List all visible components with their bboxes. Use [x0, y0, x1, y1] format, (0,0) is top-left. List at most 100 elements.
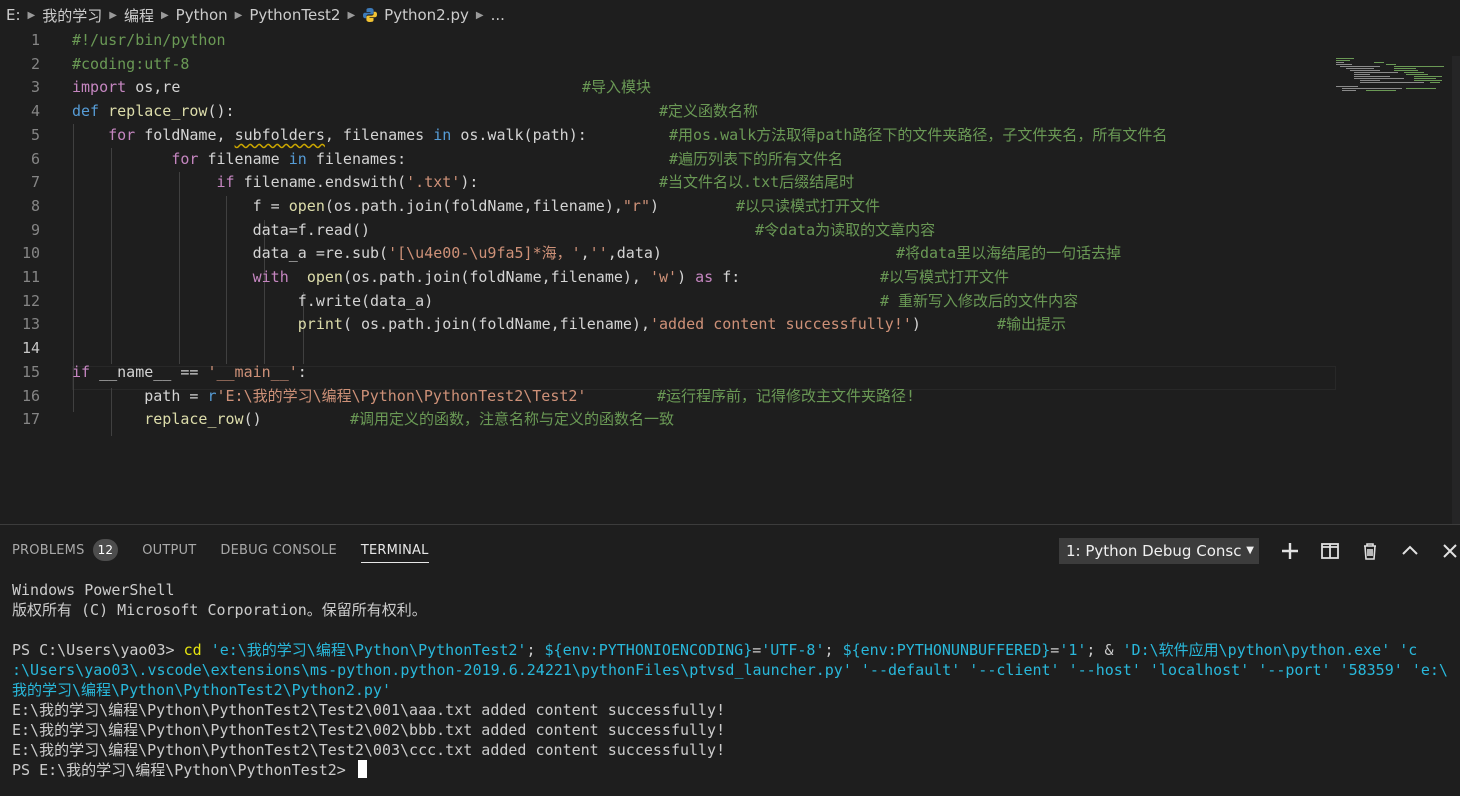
code-line[interactable]: 4 def replace_row(): #定义函数名称 [0, 99, 1460, 123]
terminal-text: 'D:\软件应用\python\python.exe' [1122, 641, 1391, 659]
terminal-text: E:\我的学习\编程\Python\PythonTest2\Test2\002\… [12, 721, 726, 739]
code-token: 'E:\我的学习\编程\Python\PythonTest2\Test2' [216, 386, 587, 405]
code-token: filenames: [306, 149, 407, 168]
terminal-selector-dropdown[interactable]: 1: Python Debug Consc ▼ [1059, 538, 1259, 564]
code-line[interactable]: 5 for foldName, subfolders, filenames in… [0, 123, 1460, 147]
code-content: replace_row() [72, 407, 261, 431]
terminal-line: Windows PowerShell [12, 580, 175, 600]
terminal-text: Windows PowerShell [12, 581, 175, 599]
code-line[interactable]: 11 with open(os.path.join(foldName,filen… [0, 265, 1460, 289]
breadcrumb-separator-icon: ▶ [27, 9, 36, 21]
terminal-selector-value: 1: Python Debug Consc [1066, 542, 1242, 560]
plus-icon[interactable] [1278, 539, 1302, 563]
line-number: 15 [21, 362, 40, 381]
code-content: #!/usr/bin/python [72, 28, 226, 52]
breadcrumb-separator-icon: ▶ [234, 9, 243, 21]
breadcrumb-item[interactable]: 编程 [122, 5, 156, 26]
code-token: "r" [622, 196, 650, 215]
trash-icon[interactable] [1358, 539, 1382, 563]
code-token: (): [207, 102, 235, 121]
code-line[interactable]: 3 import os,re #导入模块 [0, 75, 1460, 99]
code-token: def [72, 102, 100, 121]
line-number: 16 [21, 386, 40, 405]
line-number: 12 [21, 291, 40, 310]
split-icon[interactable] [1318, 539, 1342, 563]
tab-problems[interactable]: PROBLEMS 12 [12, 525, 119, 577]
code-line[interactable]: 2 #coding:utf-8 [0, 52, 1460, 76]
code-token: f = [72, 196, 289, 215]
code-content: if __name__ == '__main__': [72, 360, 307, 384]
code-content: data_a =re.sub('[\u4e00-\u9fa5]*海，','',d… [72, 241, 662, 265]
tab-terminal[interactable]: TERMINAL [360, 525, 429, 577]
terminal-text: 'UTF-8' [761, 641, 825, 659]
minimap[interactable] [1334, 56, 1449, 96]
code-content: def replace_row(): [72, 99, 235, 123]
breadcrumb-item[interactable]: E: [0, 6, 23, 24]
code-token: os,re [126, 78, 181, 97]
code-line[interactable]: 12 f.write(data_a) # 重新写入修改后的文件内容 [0, 289, 1460, 313]
code-comment: #输出提示 [997, 315, 1067, 334]
code-line[interactable]: 6 for filename in filenames: #遍历列表下的所有文件名 [0, 147, 1460, 171]
code-editor[interactable]: 1 #!/usr/bin/python 2 #coding:utf-8 3 import … [0, 28, 1460, 524]
breadcrumb-label: PythonTest2 [249, 6, 341, 24]
code-content: #coding:utf-8 [72, 52, 189, 76]
code-line[interactable]: 7 if filename.endswith('.txt'): #当文件名以.tx… [0, 170, 1460, 194]
vertical-scrollbar[interactable] [1452, 56, 1460, 524]
code-token: (os.path.join(foldName,filename), [342, 268, 650, 286]
code-line[interactable]: 10 data_a =re.sub('[\u4e00-\u9fa5]*海，','… [0, 241, 1460, 265]
code-token: 'w' [649, 268, 678, 286]
breadcrumb-separator-icon: ▶ [109, 9, 117, 21]
code-line[interactable]: 1 #!/usr/bin/python [0, 28, 1460, 52]
line-number: 5 [30, 125, 40, 144]
code-token: ,data) [607, 244, 662, 263]
terminal-text: 'c [1399, 641, 1418, 659]
breadcrumb-separator-icon: ▶ [347, 9, 356, 21]
line-number: 2 [30, 54, 40, 73]
code-line[interactable]: 17 replace_row() #调用定义的函数，注意名称与定义的函数名一致 [0, 407, 1460, 431]
line-number: 6 [30, 149, 40, 168]
code-line[interactable]: 16 path = r'E:\我的学习\编程\Python\PythonTest… [0, 384, 1460, 408]
code-token: ) [649, 196, 660, 215]
terminal-cursor [357, 760, 367, 778]
code-line[interactable]: 14 [0, 336, 1460, 360]
code-token: subfolders [234, 125, 325, 144]
code-line[interactable]: 9 data=f.read() #令data为读取的文章内容 [0, 218, 1460, 242]
code-token: if [216, 173, 235, 192]
terminal-text: = [1050, 641, 1060, 659]
python-file-icon [363, 8, 378, 22]
terminal-text: E:\我的学习\编程\Python\PythonTest2\Test2\001\… [12, 701, 726, 719]
code-line[interactable]: 13 print( os.path.join(foldName,filename… [0, 312, 1460, 336]
code-token: in [433, 125, 452, 144]
tab-label: TERMINAL [360, 543, 429, 558]
panel-tabs: PROBLEMS 12 OUTPUT DEBUG CONSOLE TERMINAL [0, 525, 441, 577]
tab-debug-console[interactable]: DEBUG CONSOLE [220, 525, 336, 577]
breadcrumb-item[interactable]: Python2.py [360, 6, 471, 24]
breadcrumb: E: ▶ 我的学习 ▶ 编程 ▶ Python ▶ PythonTest2 ▶ Python2.py… [0, 0, 1460, 30]
chevron-up-icon[interactable] [1398, 539, 1422, 563]
code-token: open [288, 196, 325, 215]
code-line[interactable]: 8 f = open(os.path.join(foldName,filenam… [0, 194, 1460, 218]
terminal-line: 我的学习\编程\Python\PythonTest2\Python2.py' [12, 680, 391, 700]
caret-down-icon: ▼ [1246, 545, 1254, 556]
close-icon[interactable] [1438, 539, 1460, 563]
terminal-text: ; [526, 641, 545, 659]
terminal-text: '--port' [1258, 661, 1331, 679]
code-line[interactable]: 15 if __name__ == '__main__': [0, 360, 1460, 384]
breadcrumb-item[interactable]: ... [489, 6, 507, 24]
code-token: ( os.path.join(foldName,filename), [342, 315, 650, 334]
terminal-text: 版权所有 (C) Microsoft Corporation。保留所有权利。 [12, 601, 427, 619]
code-token: ) [911, 315, 921, 334]
breadcrumb-item[interactable]: Python [174, 6, 230, 24]
code-token: , filenames [324, 125, 434, 144]
tab-output[interactable]: OUTPUT [142, 525, 196, 577]
breadcrumb-item[interactable]: PythonTest2 [247, 6, 342, 24]
terminal-text: = [752, 641, 762, 659]
breadcrumb-label: Python2.py [384, 6, 469, 24]
terminal-text: '--host' [1068, 661, 1141, 679]
breadcrumb-item[interactable]: 我的学习 [40, 5, 104, 26]
